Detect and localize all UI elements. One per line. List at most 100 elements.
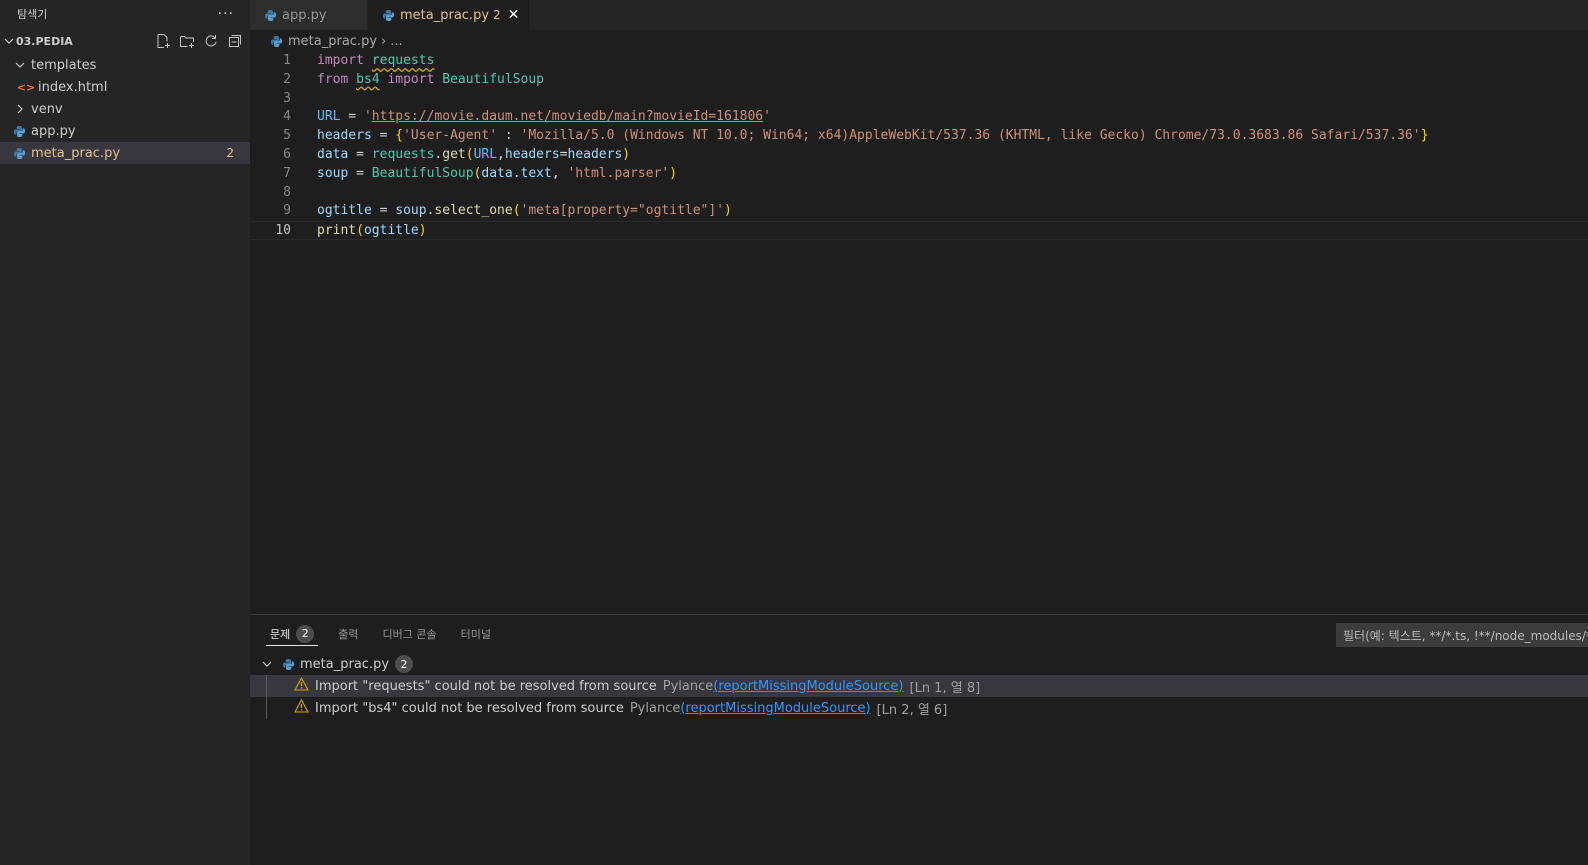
problem-item[interactable]: Import "bs4" could not be resolved from … <box>250 697 1588 719</box>
explorer-header: 탐색기 ··· <box>0 0 250 28</box>
problem-source: Pylance(reportMissingModuleSource) <box>629 700 871 716</box>
tree-item-label: templates <box>31 57 97 73</box>
tree-item-label: index.html <box>38 79 108 95</box>
code-line: 6 data = requests.get(URL,headers=header… <box>250 146 1588 165</box>
chevron-down-icon <box>12 60 28 70</box>
problems-count-badge: 2 <box>296 624 315 643</box>
collapse-all-icon[interactable] <box>226 32 244 50</box>
code-line: 7 soup = BeautifulSoup(data.text, 'html.… <box>250 165 1588 184</box>
tree-item-label: venv <box>31 101 63 117</box>
tree-item-label: meta_prac.py <box>31 145 121 161</box>
problem-message: Import "requests" could not be resolved … <box>315 678 657 694</box>
code-line: 8 <box>250 184 1588 203</box>
python-icon <box>382 9 395 22</box>
new-file-icon[interactable] <box>154 32 172 50</box>
explorer-sidebar: 탐색기 ··· 03.PEDIA templates <> index.html… <box>0 0 250 865</box>
html-icon: <> <box>16 80 36 94</box>
tab-meta-prac-py[interactable]: meta_prac.py 2 ✕ <box>368 0 531 30</box>
tree-item-meta-prac-py[interactable]: meta_prac.py 2 <box>0 142 250 164</box>
code-text: headers = {'User-Agent' : 'Mozilla/5.0 (… <box>317 128 1429 144</box>
code-text: from bs4 import BeautifulSoup <box>317 71 544 87</box>
line-number: 6 <box>283 146 291 162</box>
code-line: 3 <box>250 90 1588 109</box>
breadcrumb-symbols[interactable]: ... <box>390 34 402 49</box>
code-line: 1 import requests <box>250 52 1588 71</box>
problem-code-link[interactable]: (reportMissingModuleSource) <box>713 679 903 694</box>
problems-file-group[interactable]: meta_prac.py 2 <box>250 653 1588 675</box>
python-icon <box>13 125 26 138</box>
bottom-panel: 문제 2 출력 디버그 콘솔 터미널 필터(예: 텍스트, **/*.ts, !… <box>250 614 1588 865</box>
line-number: 4 <box>283 109 291 125</box>
problems-file-name: meta_prac.py <box>300 656 390 672</box>
code-text: ogtitle = soup.select_one('meta[property… <box>317 203 732 219</box>
url-link: https://movie.daum.net/moviedb/main?movi… <box>371 109 764 125</box>
code-editor[interactable]: 1 import requests 2 from bs4 import Beau… <box>250 52 1588 614</box>
line-number: 5 <box>283 128 291 144</box>
code-text: URL = 'https://movie.daum.net/moviedb/ma… <box>317 109 771 125</box>
close-icon[interactable]: ✕ <box>508 7 520 23</box>
problem-location: [Ln 2, 열 6] <box>876 702 948 718</box>
tab-label: 출력 <box>338 628 359 641</box>
tab-label: meta_prac.py <box>400 7 490 23</box>
line-number: 8 <box>283 184 291 200</box>
python-icon <box>282 658 295 671</box>
warning-icon <box>294 676 309 695</box>
tab-label: 디버그 콘솔 <box>382 628 437 641</box>
tree-item-label: app.py <box>31 123 76 139</box>
code-line: 2 from bs4 import BeautifulSoup <box>250 71 1588 90</box>
problem-count-badge: 2 <box>226 146 234 160</box>
warning-icon <box>294 698 309 717</box>
tab-problems[interactable]: 문제 2 <box>266 622 319 646</box>
python-icon <box>264 9 277 22</box>
code-line: 5 headers = {'User-Agent' : 'Mozilla/5.0… <box>250 127 1588 146</box>
chevron-down-icon <box>262 659 278 669</box>
code-text: print(ogtitle) <box>317 223 427 239</box>
tab-app-py[interactable]: app.py <box>250 0 368 30</box>
refresh-icon[interactable] <box>202 32 220 50</box>
line-number: 10 <box>275 223 291 239</box>
breadcrumb-file[interactable]: meta_prac.py <box>288 34 377 49</box>
breadcrumb: meta_prac.py › ... <box>250 30 1588 52</box>
code-text: data = requests.get(URL,headers=headers) <box>317 146 631 162</box>
problems-file-count: 2 <box>395 655 414 673</box>
workspace-folder-label: 03.PEDIA <box>16 34 73 48</box>
python-icon <box>270 35 283 48</box>
line-number: 2 <box>283 71 291 87</box>
breadcrumb-separator: › <box>381 33 387 49</box>
tree-item-templates[interactable]: templates <box>0 54 250 76</box>
problems-filter-input[interactable]: 필터(예: 텍스트, **/*.ts, !**/node_modules/**) <box>1336 623 1588 647</box>
tab-label: 터미널 <box>460 628 491 641</box>
tree-item-venv[interactable]: venv <box>0 98 250 120</box>
line-number: 9 <box>283 203 291 219</box>
more-icon[interactable]: ··· <box>218 6 234 22</box>
tree-guide <box>266 697 267 719</box>
tab-label: app.py <box>282 7 327 23</box>
code-text: soup = BeautifulSoup(data.text, 'html.pa… <box>317 165 678 181</box>
problem-message: Import "bs4" could not be resolved from … <box>315 700 624 716</box>
tree-item-index-html[interactable]: <> index.html <box>0 76 250 98</box>
problem-source: Pylance(reportMissingModuleSource) <box>662 678 904 694</box>
tab-debug-console[interactable]: 디버그 콘솔 <box>379 622 441 646</box>
editor-tabs: app.py meta_prac.py 2 ✕ <box>250 0 1588 30</box>
line-number: 7 <box>283 165 291 181</box>
problem-item[interactable]: Import "requests" could not be resolved … <box>250 675 1588 697</box>
tree-item-app-py[interactable]: app.py <box>0 120 250 142</box>
tab-terminal[interactable]: 터미널 <box>457 622 495 646</box>
python-icon <box>13 147 26 160</box>
tab-problem-count: 2 <box>493 8 501 22</box>
line-number: 1 <box>283 53 291 68</box>
tree-guide <box>266 675 267 697</box>
code-line: 9 ogtitle = soup.select_one('meta[proper… <box>250 202 1588 221</box>
explorer-title: 탐색기 <box>17 8 48 21</box>
new-folder-icon[interactable] <box>178 32 196 50</box>
code-line-current: 10 print(ogtitle) <box>250 221 1588 240</box>
code-text: import requests <box>317 53 435 68</box>
tab-label: 문제 <box>270 627 291 641</box>
tab-output[interactable]: 출력 <box>334 622 362 646</box>
chevron-down-icon <box>2 36 16 46</box>
workspace-folder[interactable]: 03.PEDIA <box>0 28 250 54</box>
chevron-right-icon <box>12 104 28 114</box>
problem-code-link[interactable]: (reportMissingModuleSource) <box>680 701 870 716</box>
